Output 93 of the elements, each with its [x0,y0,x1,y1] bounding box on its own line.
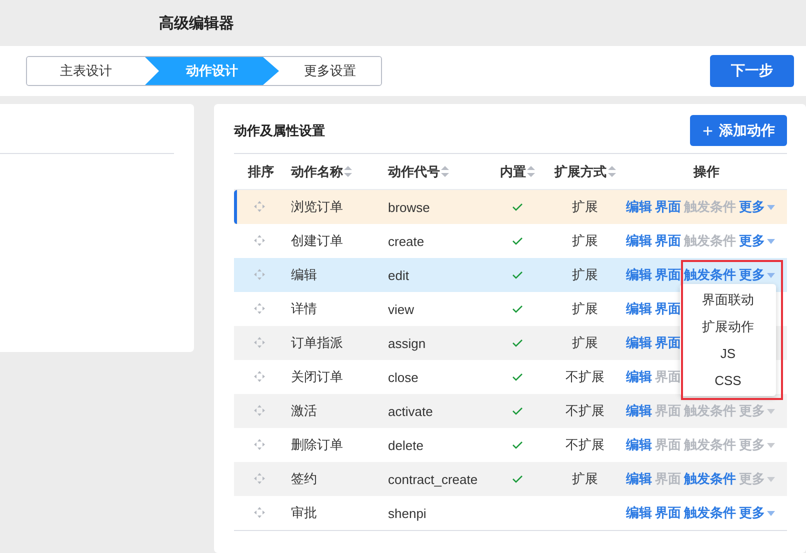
add-action-button[interactable]: + 添加动作 [690,115,787,146]
table-cell: 签约 [291,471,317,486]
action-link[interactable]: 编辑 [626,402,652,420]
drag-handle-icon[interactable] [254,472,265,484]
table-cell: 详情 [291,301,317,316]
action-link[interactable]: 触发条件 [684,266,736,284]
drag-handle-icon[interactable] [254,438,265,450]
action-link[interactable]: 编辑 [626,368,652,386]
action-link[interactable]: 界面 [655,266,681,284]
drag-handle-icon[interactable] [254,370,265,382]
drag-handle-icon[interactable] [254,506,265,518]
drag-handle-icon[interactable] [254,268,265,280]
column-header[interactable]: 内置 [500,162,535,180]
action-link[interactable]: 界面 [655,232,681,250]
drag-handle-icon[interactable] [254,234,265,246]
step-tab[interactable]: 动作设计 [145,57,279,85]
caret-icon [767,408,775,414]
action-link[interactable]: 界面 [655,198,681,216]
sort-icon[interactable] [527,166,535,177]
action-link[interactable]: 编辑 [626,504,652,522]
table-cell: 浏览订单 [291,199,343,214]
table-cell: activate [388,404,433,418]
action-link[interactable]: 界面 [655,504,681,522]
caret-icon [767,272,775,278]
table-cell: assign [388,336,426,350]
menu-item[interactable]: CSS [680,367,776,394]
sort-icon[interactable] [441,166,449,177]
caret-icon [767,476,775,482]
more-link[interactable]: 更多 [739,266,775,284]
table-cell: edit [388,268,409,282]
sort-icon[interactable] [608,166,616,177]
table-cell: create [388,234,424,248]
table-cell: browse [388,200,430,214]
table-cell: 订单指派 [291,335,343,350]
drag-handle-icon[interactable] [254,200,265,212]
table-cell: 不扩展 [566,437,604,452]
column-header[interactable]: 动作代号 [388,162,449,180]
column-header: 排序 [248,162,274,180]
table-cell: 创建订单 [291,233,343,248]
action-link[interactable]: 编辑 [626,232,652,250]
table-cell: close [388,370,418,384]
action-link[interactable]: 编辑 [626,198,652,216]
column-header[interactable]: 扩展方式 [554,162,616,180]
action-link[interactable]: 触发条件 [684,504,736,522]
drag-handle-icon[interactable] [254,404,265,416]
table-cell: 扩展 [572,199,598,214]
action-link[interactable]: 编辑 [626,334,652,352]
table-cell: view [388,302,414,316]
action-link[interactable]: 触发条件 [684,436,736,454]
column-header[interactable]: 动作名称 [291,162,352,180]
table-cell: 编辑 [291,267,317,282]
more-link[interactable]: 更多 [739,198,775,216]
action-link[interactable]: 编辑 [626,266,652,284]
more-link[interactable]: 更多 [739,232,775,250]
next-button[interactable]: 下一步 [710,55,794,87]
table-cell: 激活 [291,403,317,418]
caret-icon [767,442,775,448]
action-link[interactable]: 界面 [655,300,681,318]
caret-icon [767,238,775,244]
table-cell: shenpi [388,506,426,520]
caret-icon [767,510,775,516]
menu-item[interactable]: 扩展动作 [680,313,776,340]
action-link[interactable]: 编辑 [626,470,652,488]
table-cell: 扩展 [572,471,598,486]
menu-item[interactable]: 界面联动 [680,286,776,313]
menu-item[interactable]: JS [680,340,776,367]
action-link[interactable]: 触发条件 [684,470,736,488]
table-cell: 审批 [291,505,317,520]
table-cell: 扩展 [572,301,598,316]
caret-icon [767,204,775,210]
more-link[interactable]: 更多 [739,436,775,454]
window-title: 高级编辑器 [159,14,234,32]
action-link[interactable]: 触发条件 [684,232,736,250]
action-link[interactable]: 编辑 [626,436,652,454]
more-link[interactable]: 更多 [739,504,775,522]
drag-handle-icon[interactable] [254,336,265,348]
panel-title: 动作及属性设置 [234,122,325,140]
table-cell: delete [388,438,424,452]
table-cell: 不扩展 [566,403,604,418]
action-link[interactable]: 界面 [655,368,681,386]
table-cell: 扩展 [572,335,598,350]
table-cell: 扩展 [572,233,598,248]
drag-handle-icon[interactable] [254,302,265,314]
action-link[interactable]: 界面 [655,334,681,352]
column-header: 操作 [694,162,720,180]
action-link[interactable]: 界面 [655,436,681,454]
table-cell: 关闭订单 [291,369,343,384]
table-cell: 不扩展 [566,369,604,384]
sort-icon[interactable] [344,166,352,177]
action-link[interactable]: 编辑 [626,300,652,318]
table-cell: 删除订单 [291,437,343,452]
table-cell: 扩展 [572,267,598,282]
table-cell: contract_create [388,472,478,486]
